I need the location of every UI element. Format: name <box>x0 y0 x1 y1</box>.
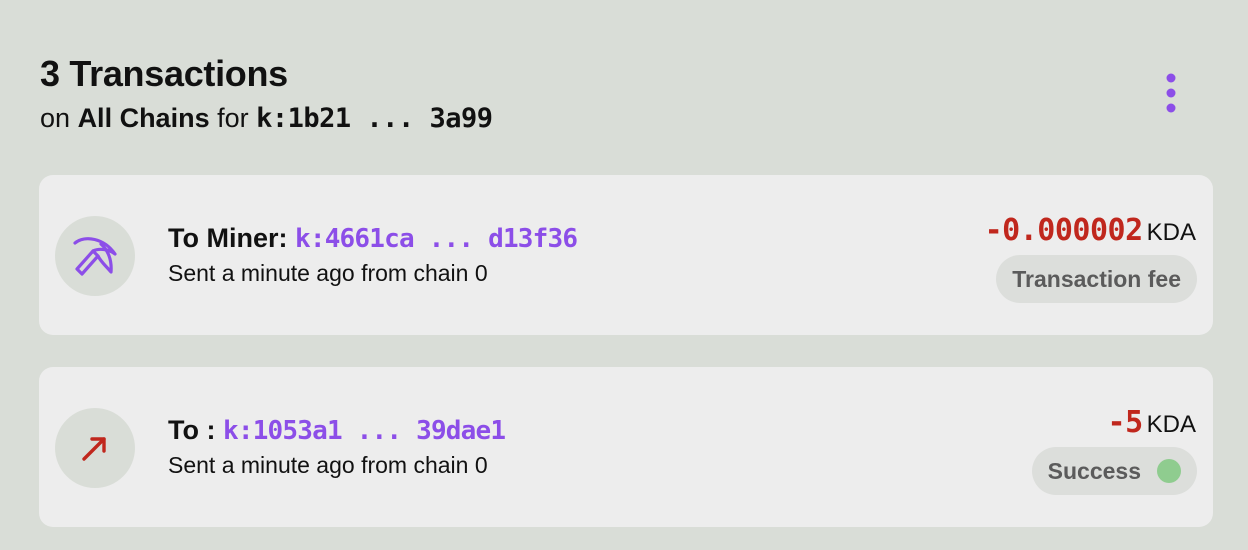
amount-value: -0.000002 <box>984 213 1144 248</box>
transaction-time: Sent a minute ago from chain 0 <box>168 452 488 478</box>
transaction-recipient: To : k:1053a1 ... 39dae1 <box>168 411 506 450</box>
recipient-address-link[interactable]: k:1053a1 ... 39dae1 <box>223 416 506 446</box>
pickaxe-icon <box>73 237 117 276</box>
amount-unit: KDA <box>1146 219 1196 246</box>
transaction-time: Sent a minute ago from chain 0 <box>168 260 488 286</box>
transaction-card[interactable]: To : k:1053a1 ... 39dae1 Sent a minute a… <box>39 367 1213 527</box>
status-badge: Success <box>1031 447 1197 495</box>
on-text: on <box>40 103 71 133</box>
chain-scope: All Chains <box>77 103 210 133</box>
arrow-up-right-icon <box>82 437 106 461</box>
transaction-type-badge: Transaction fee <box>996 255 1197 303</box>
amount-value: -5 <box>1107 405 1144 440</box>
more-options-button[interactable] <box>1156 72 1186 116</box>
page-title: 3 Transactions <box>40 53 288 94</box>
amount-unit: KDA <box>1146 411 1196 438</box>
transaction-icon-badge <box>55 408 135 488</box>
transactions-header: 3 Transactions on All Chains for k:1b21 … <box>40 52 1210 142</box>
for-text: for <box>217 103 249 133</box>
badge-label: Transaction fee <box>1012 265 1181 292</box>
page-subtitle: on All Chains for k:1b21 ... 3a99 <box>40 100 1210 137</box>
transaction-card[interactable]: To Miner: k:4661ca ... d13f36 Sent a min… <box>39 175 1213 335</box>
kebab-vertical-icon <box>1166 73 1176 113</box>
recipient-address-link[interactable]: k:4661ca ... d13f36 <box>295 224 578 254</box>
transaction-amount: -5 KDA <box>1108 403 1196 448</box>
status-dot-icon <box>1157 459 1181 483</box>
recipient-label: To : <box>168 415 216 445</box>
transaction-amount: -0.000002 KDA <box>985 211 1196 256</box>
badge-label: Success <box>1047 457 1141 484</box>
account-address: k:1b21 ... 3a99 <box>256 103 493 134</box>
recipient-label: To Miner: <box>168 223 288 253</box>
transaction-icon-badge <box>55 216 135 296</box>
transaction-recipient: To Miner: k:4661ca ... d13f36 <box>168 219 578 258</box>
